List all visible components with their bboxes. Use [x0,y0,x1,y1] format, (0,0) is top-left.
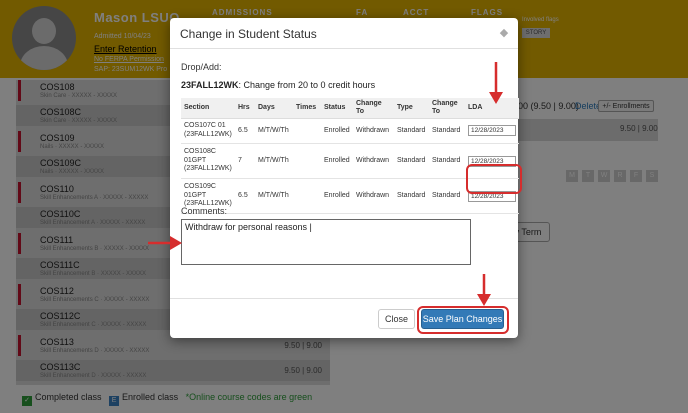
modal-header: Change in Student Status ◆ [170,18,518,49]
cell-times [293,178,321,214]
col-type: Type [394,98,429,119]
credit-change-summary: 23FALL12WK: Change from 20 to 0 credit h… [181,80,375,90]
col-section: Section [181,98,235,119]
cell-status: Enrolled [321,143,353,180]
cell-change-to-type: Standard [429,118,465,145]
cell-days: M/T/W/Th [255,143,293,180]
col-status: Status [321,98,353,119]
cell-change-to: Withdrawn [353,143,394,180]
drop-add-label: Drop/Add: [181,62,222,72]
lda-date-input[interactable] [468,125,516,137]
cell-lda [465,143,519,180]
cell-change-to: Withdrawn [353,118,394,145]
cell-status: Enrolled [321,178,353,214]
cell-type: Standard [394,178,429,214]
col-times: Times [293,98,321,119]
col-days: Days [255,98,293,119]
table-row: COS107C 01 (23FALL12WK) 6.5 M/T/W/Th Enr… [181,118,519,145]
cell-hrs: 7 [235,143,255,180]
cell-hrs: 6.5 [235,178,255,214]
modal-title: Change in Student Status [180,27,317,41]
change-status-modal: Change in Student Status ◆ Drop/Add: 23F… [170,18,519,338]
cell-status: Enrolled [321,118,353,145]
cell-section: COS108C 01GPT (23FALL12WK) [181,143,235,180]
cell-lda [465,118,519,145]
lda-date-input[interactable] [468,190,516,202]
close-button[interactable]: Close [378,309,415,329]
cell-lda [465,178,519,214]
term-code: 23FALL12WK [181,80,239,90]
credit-change-text: : Change from 20 to 0 credit hours [238,80,376,90]
cell-times [293,118,321,145]
table-row: COS108C 01GPT (23FALL12WK) 7 M/T/W/Th En… [181,143,519,180]
col-change-to: Change To [353,98,394,119]
cell-section: COS107C 01 (23FALL12WK) [181,118,235,145]
cell-change-to-type: Standard [429,143,465,180]
cell-type: Standard [394,143,429,180]
table-row: COS109C 01GPT (23FALL12WK) 6.5 M/T/W/Th … [181,178,519,214]
table-header-row: Section Hrs Days Times Status Change To … [181,98,519,119]
cell-hrs: 6.5 [235,118,255,145]
col-lda: LDA [465,98,519,119]
modal-footer: Close Save Plan Changes [170,298,518,338]
save-plan-changes-button[interactable]: Save Plan Changes [421,309,504,329]
cell-type: Standard [394,118,429,145]
comments-textarea[interactable]: Withdraw for personal reasons | [181,219,471,265]
col-change-to-type: Change To [429,98,465,119]
cell-days: M/T/W/Th [255,118,293,145]
help-icon[interactable]: ◆ [498,27,510,39]
cell-times [293,143,321,180]
cell-change-to: Withdrawn [353,178,394,214]
cell-change-to-type: Standard [429,178,465,214]
comments-label: Comments: [181,206,228,216]
col-hrs: Hrs [235,98,255,119]
cell-days: M/T/W/Th [255,178,293,214]
sections-table: Section Hrs Days Times Status Change To … [181,98,519,214]
lda-date-input[interactable] [468,155,516,167]
